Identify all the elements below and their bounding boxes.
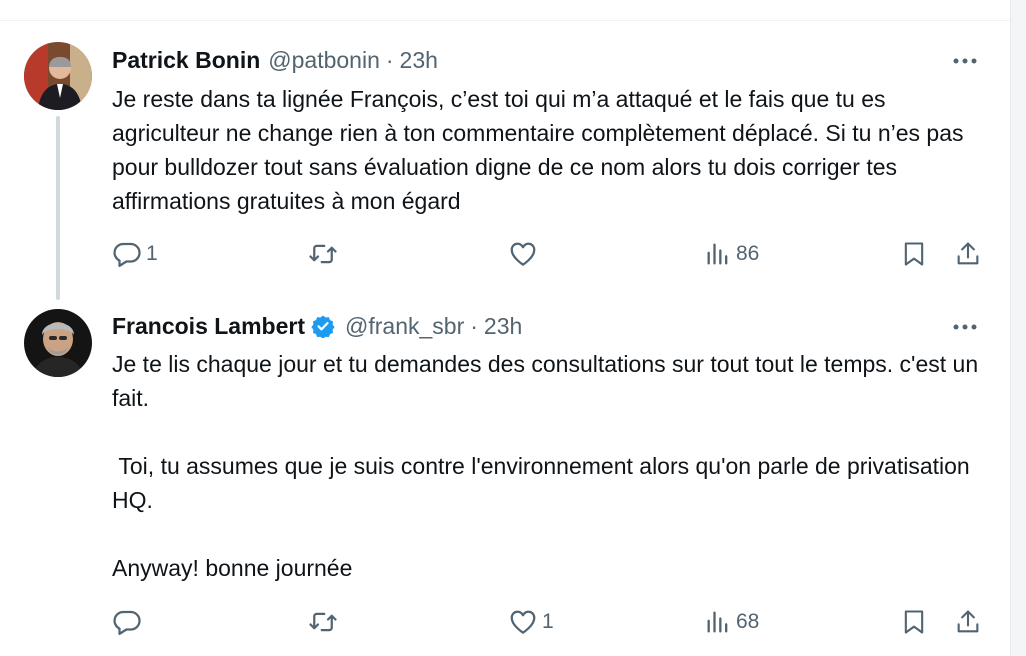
author-name[interactable]: Francois Lambert xyxy=(112,313,305,340)
reply-icon xyxy=(113,610,141,635)
share-icon xyxy=(957,242,979,265)
like-button[interactable]: 1 xyxy=(508,606,554,638)
share-icon xyxy=(957,610,979,633)
more-button[interactable] xyxy=(950,46,980,76)
more-button[interactable] xyxy=(950,312,980,342)
reply-icon xyxy=(113,242,141,267)
avatar[interactable] xyxy=(24,42,92,110)
retweet-button[interactable] xyxy=(308,606,342,638)
author-name[interactable]: Patrick Bonin xyxy=(112,47,260,74)
reply-count: 1 xyxy=(146,242,158,265)
like-button[interactable] xyxy=(508,238,542,270)
like-count: 1 xyxy=(542,610,554,633)
top-divider xyxy=(0,0,1010,21)
verified-badge-icon[interactable] xyxy=(311,314,335,338)
views-count: 68 xyxy=(736,610,760,633)
more-icon xyxy=(953,58,977,64)
tweet-header: Francois Lambert @frank_sbr · 23h xyxy=(112,310,522,342)
scrollbar-track[interactable] xyxy=(1010,0,1026,656)
tweet-header: Patrick Bonin @patbonin · 23h xyxy=(112,44,438,76)
separator-dot: · xyxy=(385,46,394,73)
retweet-button[interactable] xyxy=(308,238,342,270)
views-button[interactable]: 86 xyxy=(704,238,759,270)
reply-button[interactable]: 1 xyxy=(112,238,158,270)
thread-connector xyxy=(56,116,60,300)
tweet-text: Je reste dans ta lignée François, c’est … xyxy=(112,82,982,218)
bookmark-icon xyxy=(904,242,924,266)
more-icon xyxy=(953,324,977,330)
retweet-icon xyxy=(309,612,337,632)
timestamp[interactable]: 23h xyxy=(400,47,438,74)
views-button[interactable]: 68 xyxy=(704,606,759,638)
bookmark-button[interactable] xyxy=(900,238,928,270)
action-bar: 1 86 xyxy=(112,238,986,270)
tweet-paragraph: Anyway! bonne journée xyxy=(112,555,353,581)
share-button[interactable] xyxy=(954,606,982,638)
author-handle[interactable]: @frank_sbr xyxy=(345,313,464,340)
tweet-paragraph: Toi, tu assumes que je suis contre l'env… xyxy=(112,453,977,513)
like-icon xyxy=(510,242,536,266)
action-bar: 1 68 xyxy=(112,606,986,638)
separator-dot: · xyxy=(470,312,478,339)
tweet-paragraph: Je reste dans ta lignée François, c’est … xyxy=(112,86,964,214)
tweet-paragraph: Je te lis chaque jour et tu demandes des… xyxy=(112,351,979,411)
retweet-icon xyxy=(309,244,337,264)
like-icon xyxy=(510,610,536,634)
tweet-patrick-bonin[interactable]: Patrick Bonin @patbonin · 23h Je reste d… xyxy=(0,20,1010,300)
bookmark-icon xyxy=(904,610,924,634)
views-count: 86 xyxy=(736,242,760,265)
reply-button[interactable] xyxy=(112,606,146,638)
tweet-text: Je te lis chaque jour et tu demandes des… xyxy=(112,347,982,585)
tweet-francois-lambert[interactable]: Francois Lambert @frank_sbr · 23h Je te … xyxy=(0,292,1010,656)
timestamp[interactable]: 23h xyxy=(484,313,522,340)
views-icon xyxy=(707,243,728,265)
views-icon xyxy=(707,611,728,633)
avatar[interactable] xyxy=(24,309,92,377)
bookmark-button[interactable] xyxy=(900,606,928,638)
share-button[interactable] xyxy=(954,238,982,270)
author-handle[interactable]: @patbonin xyxy=(268,47,380,74)
